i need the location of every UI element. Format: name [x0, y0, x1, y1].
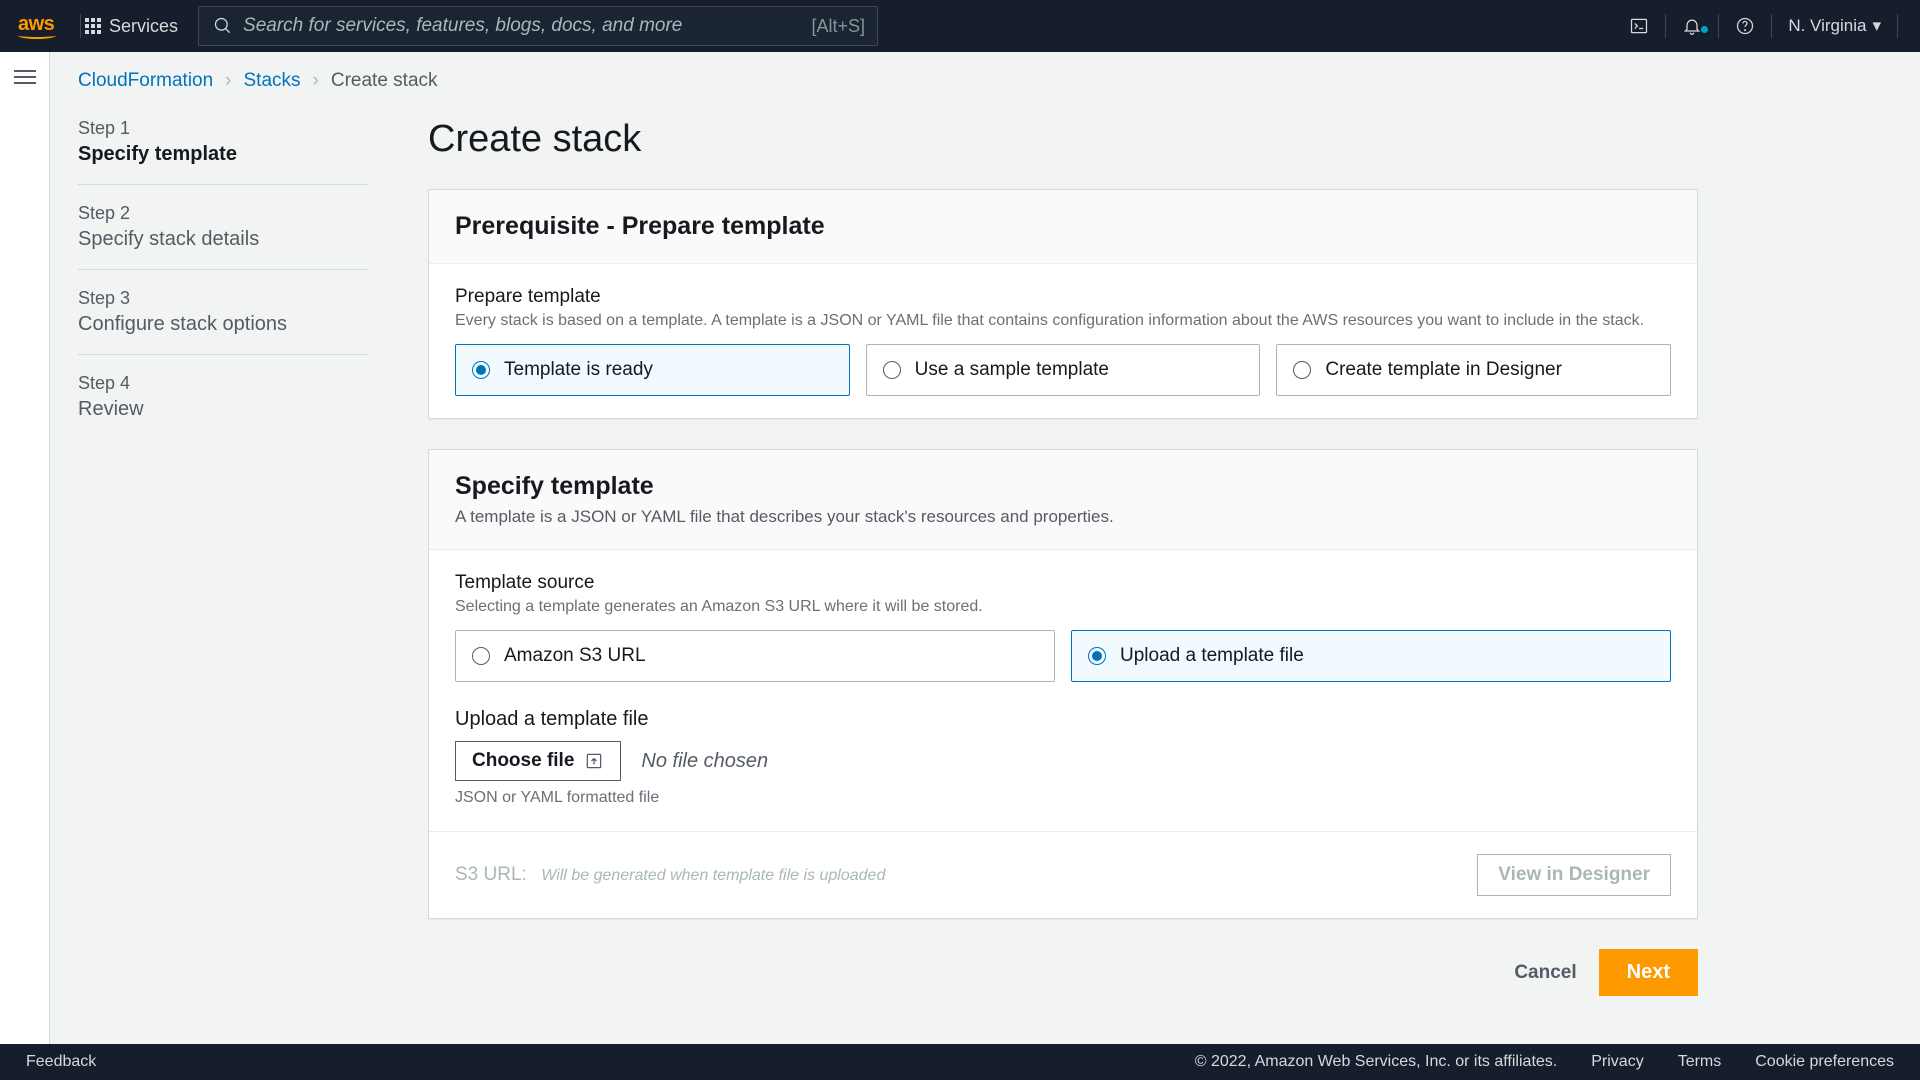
step-title: Configure stack options — [78, 313, 368, 336]
step-title: Review — [78, 398, 368, 421]
view-in-designer-button[interactable]: View in Designer — [1477, 854, 1671, 896]
radio-icon — [472, 647, 490, 665]
help-icon — [1735, 16, 1755, 36]
tile-label: Template is ready — [504, 359, 653, 381]
specify-template-card: Specify template A template is a JSON or… — [428, 449, 1698, 919]
prerequisite-card: Prerequisite - Prepare template Prepare … — [428, 189, 1698, 419]
tile-designer[interactable]: Create template in Designer — [1276, 344, 1671, 396]
cookies-link[interactable]: Cookie preferences — [1755, 1053, 1894, 1071]
step-title: Specify stack details — [78, 228, 368, 251]
tile-label: Amazon S3 URL — [504, 645, 646, 667]
chevron-right-icon: › — [313, 70, 319, 92]
wizard-steps: Step 1 Specify template Step 2 Specify s… — [78, 118, 368, 996]
services-label: Services — [109, 16, 178, 37]
next-button[interactable]: Next — [1599, 949, 1698, 996]
top-nav: aws Services Search for services, featur… — [0, 0, 1920, 52]
terms-link[interactable]: Terms — [1678, 1053, 1722, 1071]
radio-icon — [1293, 361, 1311, 379]
notification-dot — [1701, 26, 1708, 33]
tile-upload-file[interactable]: Upload a template file — [1071, 630, 1671, 682]
footer: Feedback © 2022, Amazon Web Services, In… — [0, 1044, 1920, 1080]
tile-s3-url[interactable]: Amazon S3 URL — [455, 630, 1055, 682]
step-num: Step 1 — [78, 118, 368, 139]
tile-label: Upload a template file — [1120, 645, 1304, 667]
cancel-button[interactable]: Cancel — [1514, 949, 1576, 996]
tile-label: Create template in Designer — [1325, 359, 1562, 381]
template-source-help: Selecting a template generates an Amazon… — [455, 598, 1671, 616]
services-menu[interactable]: Services — [85, 16, 178, 37]
breadcrumb: CloudFormation › Stacks › Create stack — [78, 70, 1892, 92]
s3-url-value: Will be generated when template file is … — [541, 867, 885, 884]
copyright: © 2022, Amazon Web Services, Inc. or its… — [1195, 1053, 1557, 1071]
no-file-text: No file chosen — [641, 750, 768, 773]
upload-help: JSON or YAML formatted file — [455, 789, 1671, 807]
step-num: Step 2 — [78, 203, 368, 224]
wizard-step-4[interactable]: Step 4 Review — [78, 373, 368, 439]
template-source-label: Template source — [455, 572, 1671, 594]
card-header: Prerequisite - Prepare template — [455, 212, 1671, 241]
s3-url-label: S3 URL: — [455, 864, 527, 885]
prepare-help: Every stack is based on a template. A te… — [455, 312, 1671, 330]
upload-label: Upload a template file — [455, 708, 1671, 731]
grid-icon — [85, 18, 101, 34]
wizard-actions: Cancel Next — [428, 949, 1698, 996]
card-header: Specify template — [455, 472, 1671, 501]
hamburger-toggle[interactable] — [14, 66, 36, 1044]
crumb-current: Create stack — [331, 70, 438, 92]
search-input[interactable]: Search for services, features, blogs, do… — [198, 6, 878, 46]
tile-label: Use a sample template — [915, 359, 1109, 381]
feedback-link[interactable]: Feedback — [26, 1053, 96, 1071]
prepare-label: Prepare template — [455, 286, 1671, 308]
step-title: Specify template — [78, 143, 368, 166]
privacy-link[interactable]: Privacy — [1591, 1053, 1643, 1071]
aws-logo-text: aws — [18, 13, 54, 35]
search-icon — [213, 16, 233, 36]
region-label: N. Virginia — [1788, 16, 1866, 36]
search-placeholder: Search for services, features, blogs, do… — [243, 15, 682, 37]
region-selector[interactable]: N. Virginia ▾ — [1776, 16, 1893, 36]
tile-template-ready[interactable]: Template is ready — [455, 344, 850, 396]
tile-sample-template[interactable]: Use a sample template — [866, 344, 1261, 396]
crumb-stacks[interactable]: Stacks — [244, 70, 301, 92]
upload-icon — [584, 751, 604, 771]
chevron-right-icon: › — [225, 70, 231, 92]
help-button[interactable] — [1723, 16, 1767, 36]
radio-icon — [1088, 647, 1106, 665]
radio-icon — [883, 361, 901, 379]
bell-icon — [1682, 16, 1702, 36]
wizard-step-2[interactable]: Step 2 Specify stack details — [78, 203, 368, 270]
wizard-step-1[interactable]: Step 1 Specify template — [78, 118, 368, 185]
step-num: Step 4 — [78, 373, 368, 394]
wizard-step-3[interactable]: Step 3 Configure stack options — [78, 288, 368, 355]
choose-file-label: Choose file — [472, 750, 574, 772]
cloudshell-button[interactable] — [1617, 16, 1661, 36]
page-title: Create stack — [428, 118, 1698, 161]
aws-logo[interactable]: aws — [18, 13, 56, 39]
radio-icon — [472, 361, 490, 379]
crumb-cloudformation[interactable]: CloudFormation — [78, 70, 213, 92]
cloudshell-icon — [1629, 16, 1649, 36]
step-num: Step 3 — [78, 288, 368, 309]
caret-down-icon: ▾ — [1872, 16, 1881, 36]
notifications-button[interactable] — [1670, 16, 1714, 36]
card-subtitle: A template is a JSON or YAML file that d… — [455, 507, 1671, 527]
search-hotkey: [Alt+S] — [812, 16, 866, 37]
choose-file-button[interactable]: Choose file — [455, 741, 621, 781]
left-rail — [0, 52, 50, 1044]
